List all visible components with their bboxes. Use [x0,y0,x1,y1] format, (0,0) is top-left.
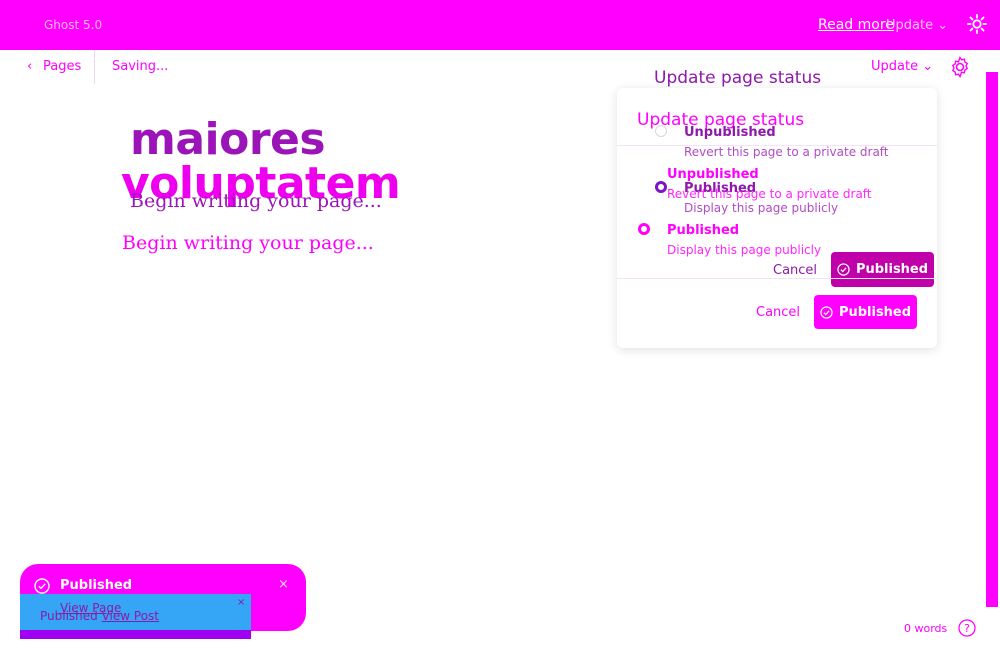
cancel-button-ghost[interactable]: Cancel [773,263,817,278]
banner-update-overlay: Update ⌄ [886,18,948,33]
check-circle-icon [34,578,50,594]
banner-title-overlay: Ghost 5.0 [44,18,103,32]
settings-gear-icon[interactable] [948,55,972,79]
publish-button-label: Published [838,304,912,320]
word-count: 0 words [904,622,948,635]
popover-title-ghost: Update page status [654,68,822,88]
publish-button-ghost[interactable]: Published [831,252,934,287]
banner-message: - You are using an old version of Ghost,… [204,17,893,33]
header-divider [94,50,95,84]
chevron-down-icon: ⌄ [933,18,949,33]
banner-update-label: Update [886,18,934,33]
back-to-pages-link[interactable]: Pages [43,59,81,74]
radio-published-ghost[interactable] [655,181,667,193]
toast-title: Published [60,578,133,593]
update-button-label: Update [871,59,919,74]
help-icon[interactable]: ? [958,619,976,637]
saving-status: Saving... [112,59,169,74]
secondary-toast-text: Published View Post [40,609,159,623]
option-unpublished-label[interactable]: Unpublished [667,167,759,182]
secondary-toast-prefix: Published [40,609,98,623]
chevron-down-icon: ⌄ [918,59,934,74]
radio-unpublished-ghost[interactable] [655,125,667,137]
radio-published[interactable] [638,223,650,235]
gear-icon[interactable] [966,13,988,35]
banner-read-more-link[interactable]: Read more [818,17,894,33]
option-published-desc: Display this page publicly [667,243,822,257]
cancel-button[interactable]: Cancel [756,305,800,320]
close-icon[interactable]: × [237,597,245,608]
svg-text:?: ? [964,622,970,635]
check-circle-icon [837,263,850,276]
publish-button-label-ghost: Published [855,262,929,277]
secondary-toast-bar [20,630,251,639]
check-circle-icon [820,305,833,319]
option-unpublished-desc: Revert this page to a private draft [667,187,872,201]
scrollbar-thumb[interactable] [986,72,998,607]
editor-placeholder[interactable]: Begin writing your page... [122,232,374,254]
option-published-desc-ghost: Display this page publicly [684,201,839,215]
update-button[interactable]: Update ⌄ [871,59,933,74]
editor-placeholder-ghost[interactable]: Begin writing your page... [130,190,382,212]
option-published-label[interactable]: Published [667,223,739,238]
publish-button[interactable]: Published [814,295,917,329]
close-icon[interactable]: × [278,577,289,592]
option-unpublished-desc-ghost: Revert this page to a private draft [684,145,889,159]
option-unpublished-label-ghost[interactable]: Unpublished [684,125,776,140]
view-post-link[interactable]: View Post [102,609,159,623]
chevron-left-icon[interactable]: ‹ [27,59,32,74]
popover-divider-bottom [617,278,937,279]
